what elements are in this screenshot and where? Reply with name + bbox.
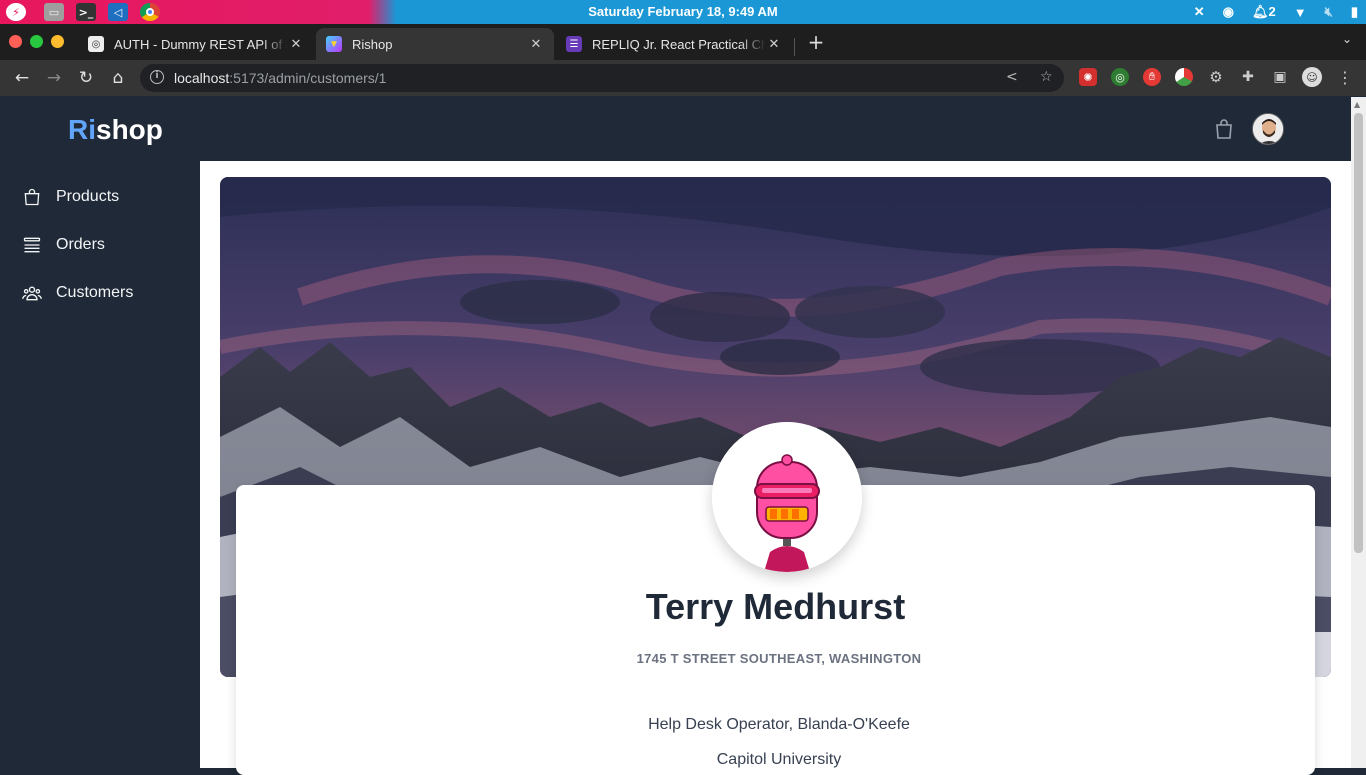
sidebar-item-products[interactable]: Products: [0, 177, 200, 217]
tab-title: AUTH - Dummy REST API of JS: [114, 36, 288, 52]
sidebar-item-customers[interactable]: Customers: [0, 273, 200, 313]
battery-icon[interactable]: ▮: [1351, 4, 1358, 20]
extension-green-icon[interactable]: ◎: [1111, 68, 1129, 86]
mute-icon[interactable]: 🔇︎: [1325, 4, 1333, 20]
os-tray: ✕ ◉ 🔔︎2 ▼ 🔇︎ ▮: [1194, 0, 1358, 24]
form-icon: ☰: [566, 36, 582, 52]
customer-address: 1745 T STREET SOUTHEAST, WASHINGTON: [636, 651, 922, 666]
minimize-window-button[interactable]: [51, 35, 64, 48]
wifi-icon[interactable]: ▼: [1294, 5, 1307, 20]
os-clock[interactable]: Saturday February 18, 9:49 AM: [0, 4, 1366, 19]
app-logo[interactable]: Rishop: [68, 114, 163, 146]
list-icon: [23, 237, 41, 253]
sidebar-item-label: Orders: [56, 236, 105, 253]
customer-job: Help Desk Operator, Blanda-O'Keefe: [648, 716, 910, 733]
sidebar-item-label: Products: [56, 188, 120, 205]
side-panel-icon[interactable]: ▣: [1271, 68, 1289, 86]
sidebar-item-orders[interactable]: Orders: [0, 225, 200, 265]
close-tab-icon[interactable]: ✕: [766, 36, 782, 52]
globe-icon: ◎: [88, 36, 104, 52]
tab-title: REPLIQ Jr. React Practical Cha: [592, 36, 766, 52]
shopping-bag-icon: [24, 188, 40, 206]
browser-toolbar: ← → ↻ ⌂ i localhost:5173/admin/customers…: [0, 60, 1366, 96]
share-icon[interactable]: <: [1006, 69, 1018, 85]
close-window-button[interactable]: [9, 35, 22, 48]
window-controls: [9, 35, 64, 48]
forward-icon[interactable]: →: [42, 66, 66, 90]
browser-tab-active[interactable]: ▼ Rishop ✕: [316, 28, 554, 60]
home-icon[interactable]: ⌂: [106, 66, 130, 90]
browser-tab[interactable]: ◎ AUTH - Dummy REST API of JS ✕: [78, 28, 314, 60]
notification-icon[interactable]: 🔔︎2: [1252, 4, 1276, 20]
tab-title: Rishop: [352, 36, 393, 52]
customer-university: Capitol University: [716, 751, 842, 768]
profile-avatar-icon[interactable]: ☺: [1302, 67, 1322, 87]
browser-tab[interactable]: ☰ REPLIQ Jr. React Practical Cha ✕: [556, 28, 792, 60]
reload-icon[interactable]: ↻: [74, 66, 98, 90]
scroll-up-icon[interactable]: ▲: [1354, 100, 1360, 109]
vite-icon: ▼: [326, 36, 342, 52]
logo-suffix: shop: [96, 114, 163, 145]
close-tab-icon[interactable]: ✕: [288, 36, 304, 52]
users-icon: [22, 286, 42, 301]
bookmark-star-icon[interactable]: ☆: [1040, 69, 1053, 85]
maximize-window-button[interactable]: [30, 35, 43, 48]
robot-avatar-image: [712, 422, 862, 572]
extension-red-icon[interactable]: ✺: [1079, 68, 1097, 86]
camera-icon[interactable]: ◉: [1223, 4, 1234, 20]
browser-tab-strip: ◎ AUTH - Dummy REST API of JS ✕ ▼ Rishop…: [0, 24, 1366, 60]
url-path: :5173/admin/customers/1: [229, 70, 387, 86]
settings-gear-icon[interactable]: ⚙: [1207, 68, 1225, 86]
sidebar-item-label: Customers: [56, 284, 134, 301]
browser-menu-icon[interactable]: ⋮: [1336, 68, 1354, 87]
customer-avatar: [712, 422, 862, 572]
shopping-bag-icon[interactable]: [1212, 117, 1236, 141]
extension-hand-icon[interactable]: ✋︎: [1143, 68, 1161, 86]
back-icon[interactable]: ←: [10, 66, 34, 90]
page-scrollbar[interactable]: ▲: [1351, 97, 1366, 768]
url-text[interactable]: localhost:5173/admin/customers/1: [174, 70, 386, 86]
close-tab-icon[interactable]: ✕: [528, 36, 544, 52]
site-info-icon[interactable]: i: [150, 70, 164, 84]
address-bar[interactable]: i localhost:5173/admin/customers/1 < ☆: [140, 64, 1064, 92]
close-icon[interactable]: ✕: [1194, 4, 1205, 20]
os-top-bar: ⚡ ▭ >_ ◁ Saturday February 18, 9:49 AM ✕…: [0, 0, 1366, 24]
scrollbar-thumb[interactable]: [1354, 113, 1363, 553]
tab-divider: [794, 38, 795, 56]
extensions-puzzle-icon[interactable]: ✚: [1239, 68, 1257, 86]
customer-name: Terry Medhurst: [645, 586, 906, 627]
extension-color-icon[interactable]: [1175, 68, 1193, 86]
url-host: localhost: [174, 70, 230, 86]
new-tab-button[interactable]: +: [806, 30, 826, 54]
notification-count: 2: [1268, 4, 1276, 19]
logo-prefix: Ri: [68, 114, 96, 145]
tab-search-icon[interactable]: ⌄: [1342, 32, 1352, 46]
user-avatar[interactable]: [1252, 113, 1284, 145]
